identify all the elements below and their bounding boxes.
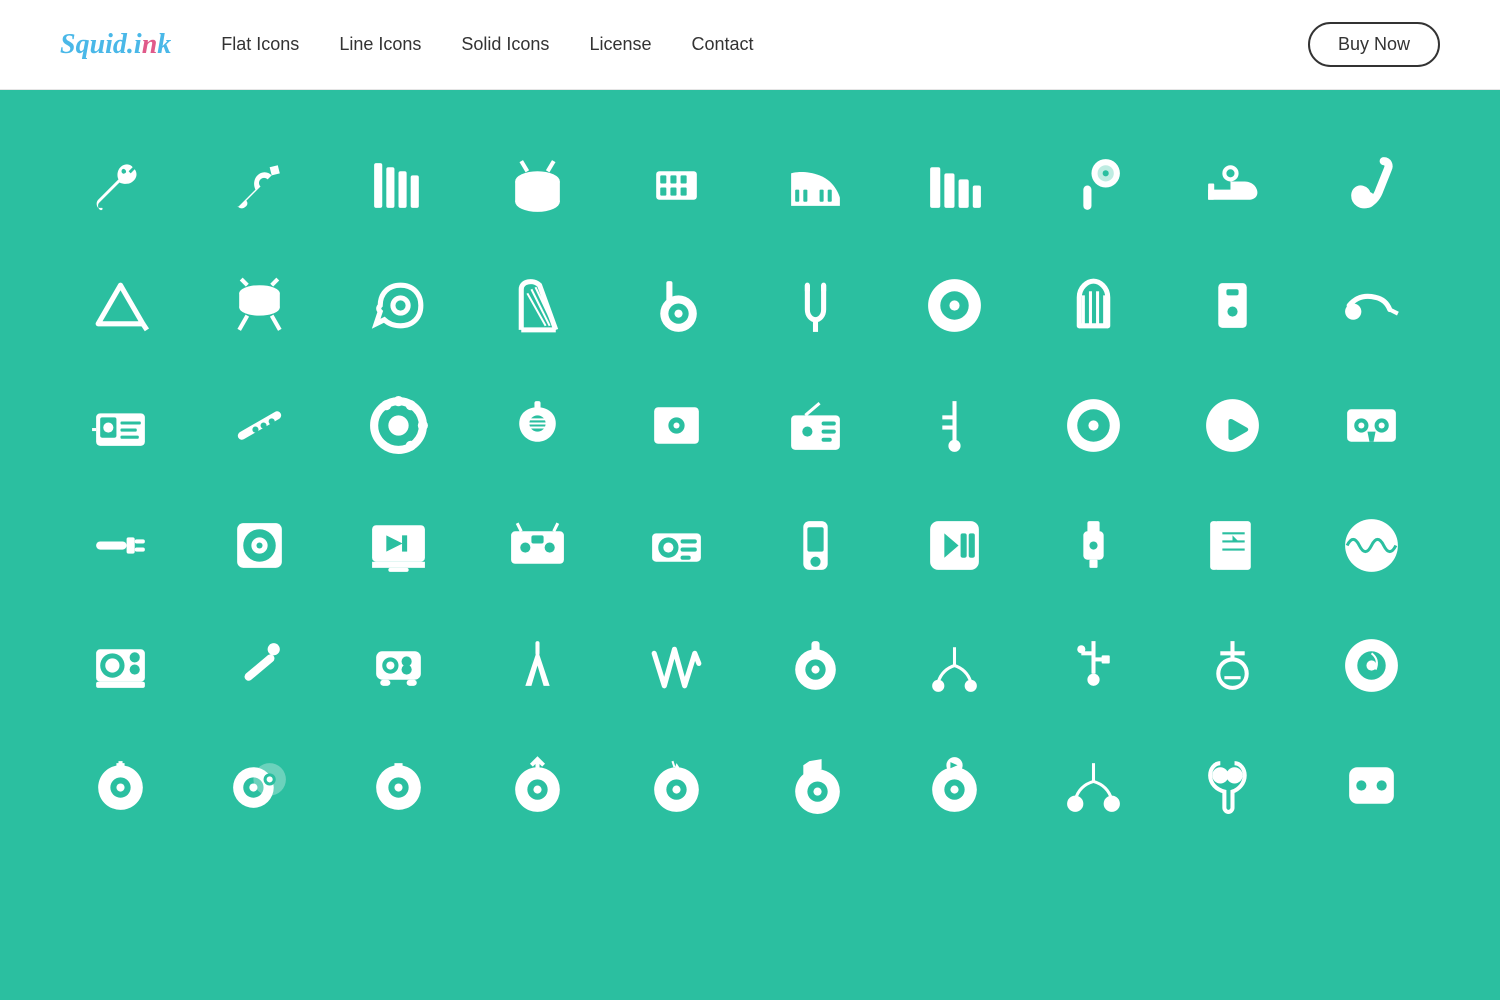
icon-record-player-box[interactable] xyxy=(616,380,736,470)
icon-earbuds-box[interactable] xyxy=(1311,740,1431,830)
nav-flat-icons[interactable]: Flat Icons xyxy=(221,34,299,55)
icon-mandolin[interactable] xyxy=(477,380,597,470)
icon-trumpet[interactable] xyxy=(1172,140,1292,230)
icon-earphones-split[interactable] xyxy=(894,620,1014,710)
icon-harp[interactable] xyxy=(477,260,597,350)
icon-usb-audio[interactable] xyxy=(1033,620,1153,710)
icon-triangle[interactable] xyxy=(60,260,180,350)
icon-grid xyxy=(60,140,1440,830)
icon-amplifier[interactable] xyxy=(60,620,180,710)
icon-tambourine[interactable] xyxy=(338,380,458,470)
icon-electric-guitar[interactable] xyxy=(199,140,319,230)
icon-cassette[interactable] xyxy=(1311,380,1431,470)
icon-radio[interactable] xyxy=(755,380,875,470)
icon-cd-music[interactable] xyxy=(616,740,736,830)
icon-vinyl-disc-2[interactable] xyxy=(1311,620,1431,710)
logo[interactable]: Squid.ink xyxy=(60,29,171,61)
icon-music-notebook[interactable] xyxy=(1172,500,1292,590)
icon-music-screen[interactable] xyxy=(338,500,458,590)
icon-drum[interactable] xyxy=(477,140,597,230)
icon-cd-minus[interactable] xyxy=(338,740,458,830)
icon-horn[interactable] xyxy=(1311,260,1431,350)
icon-maraca[interactable] xyxy=(1033,140,1153,230)
nav-solid-icons[interactable]: Solid Icons xyxy=(461,34,549,55)
nav-license[interactable]: License xyxy=(589,34,651,55)
icon-cd-upload[interactable] xyxy=(477,740,597,830)
buy-now-button[interactable]: Buy Now xyxy=(1308,22,1440,67)
icon-boombox[interactable] xyxy=(477,500,597,590)
icon-pan-flute[interactable] xyxy=(338,140,458,230)
icon-audio-cable[interactable] xyxy=(60,500,180,590)
icon-audio-jack[interactable] xyxy=(894,380,1014,470)
icon-cd-double[interactable] xyxy=(199,740,319,830)
nav-line-icons[interactable]: Line Icons xyxy=(339,34,421,55)
icon-french-horn[interactable] xyxy=(338,260,458,350)
icon-waveform[interactable] xyxy=(1311,500,1431,590)
icon-banjo-2[interactable] xyxy=(755,620,875,710)
icon-music-disc[interactable] xyxy=(1033,380,1153,470)
icon-grand-piano[interactable] xyxy=(755,140,875,230)
icon-vinyl-record[interactable] xyxy=(894,260,1014,350)
icon-ipod[interactable] xyxy=(755,500,875,590)
icon-car-radio[interactable] xyxy=(616,500,736,590)
header: Squid.ink Flat Icons Line Icons Solid Ic… xyxy=(0,0,1500,90)
main-content xyxy=(0,90,1500,1000)
icon-lyre[interactable] xyxy=(1033,260,1153,350)
icon-power-connector[interactable] xyxy=(1172,620,1292,710)
icon-flying-v-guitar[interactable] xyxy=(477,620,597,710)
icon-usb-drive[interactable] xyxy=(1033,500,1153,590)
icon-tuning-fork[interactable] xyxy=(755,260,875,350)
icon-organ-pipes[interactable] xyxy=(894,140,1014,230)
icon-cd-add[interactable] xyxy=(60,740,180,830)
icon-banjo[interactable] xyxy=(616,260,736,350)
icon-drum-kit[interactable] xyxy=(199,260,319,350)
icon-earbuds[interactable] xyxy=(1172,740,1292,830)
icon-harmonica[interactable] xyxy=(616,140,736,230)
nav: Flat Icons Line Icons Solid Icons Licens… xyxy=(221,34,1308,55)
icon-guitar[interactable] xyxy=(60,140,180,230)
nav-contact[interactable]: Contact xyxy=(691,34,753,55)
icon-play-pause-button[interactable] xyxy=(894,500,1014,590)
icon-speaker[interactable] xyxy=(1172,260,1292,350)
icon-music-saw[interactable] xyxy=(616,620,736,710)
icon-music-player-box[interactable] xyxy=(60,380,180,470)
icon-cd-play[interactable] xyxy=(894,740,1014,830)
icon-earbuds-split[interactable] xyxy=(1033,740,1153,830)
icon-cd-note[interactable] xyxy=(755,740,875,830)
icon-effects-pedal[interactable] xyxy=(338,620,458,710)
icon-cd-disc-box[interactable] xyxy=(199,500,319,590)
icon-drumstick[interactable] xyxy=(199,620,319,710)
icon-flute[interactable] xyxy=(199,380,319,470)
icon-music-app[interactable] xyxy=(1172,380,1292,470)
icon-saxophone[interactable] xyxy=(1311,140,1431,230)
